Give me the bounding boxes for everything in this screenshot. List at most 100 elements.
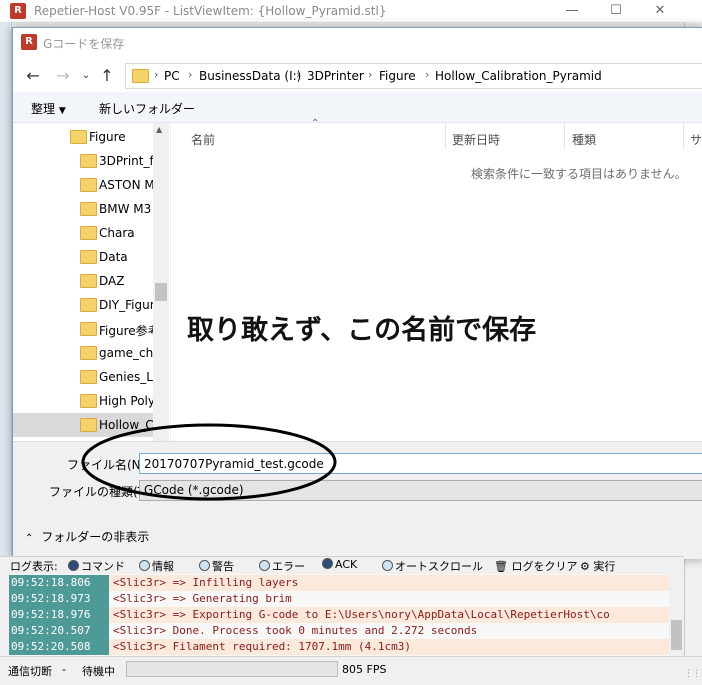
log-filter-commands[interactable]: コマンド [68, 558, 125, 574]
nav-item-folder[interactable]: game_cha [13, 341, 153, 365]
column-divider[interactable] [445, 123, 446, 149]
folder-icon [80, 202, 97, 216]
folder-icon [70, 130, 87, 144]
back-arrow-icon[interactable]: ← [23, 66, 43, 85]
column-header-type[interactable]: 種類 [572, 131, 596, 148]
log-timestamp: 09:52:18.806 [9, 575, 109, 591]
log-toolbar: ログ表示: コマンド 情報 警告 エラー ACK オートスクロール 🗑 ログをク… [0, 556, 684, 575]
dialog-app-icon: R [21, 34, 37, 50]
folder-icon [80, 346, 97, 360]
column-divider[interactable] [564, 123, 565, 149]
nav-item-label: Figure [89, 130, 126, 144]
log-filter-label: オートスクロール [395, 560, 483, 573]
column-header-date[interactable]: 更新日時 [452, 131, 500, 148]
app-titlebar[interactable]: R Repetier-Host V0.95F - ListViewItem: {… [0, 0, 702, 23]
column-header-name[interactable]: 名前 [191, 131, 215, 148]
status-separator: - [62, 663, 66, 676]
nav-item-label: High Poly [99, 394, 153, 408]
breadcrumb-chevron-icon[interactable]: › [188, 68, 192, 81]
folder-icon [80, 250, 97, 264]
hide-folders-toggle[interactable]: ⌃ フォルダーの非表示 [25, 528, 149, 545]
log-message: <Slic3r> => Exporting G-code to E:\Users… [113, 608, 610, 621]
log-row: 09:52:18.973 <Slic3r> => Generating brim [9, 591, 669, 607]
radio-icon [382, 560, 393, 571]
breadcrumb-chevron-icon[interactable]: › [425, 68, 429, 81]
breadcrumb-chevron-icon[interactable]: › [368, 68, 372, 81]
address-bar[interactable]: › PC › BusinessData (I:) › 3DPrinter › F… [125, 63, 702, 89]
execute-button[interactable]: ⚙ 実行 [580, 558, 615, 574]
log-scrollbar-thumb[interactable] [671, 620, 682, 650]
log-message: <Slic3r> => Infilling layers [113, 576, 299, 589]
folder-icon [80, 370, 97, 384]
nav-item-label: Figure参考 [99, 324, 153, 338]
column-header-size[interactable]: サ [690, 131, 702, 148]
nav-item-label: BMW M3 I [99, 202, 153, 216]
nav-item-label: ASTON MA [99, 178, 153, 192]
log-filter-errors[interactable]: エラー [259, 558, 305, 574]
dialog-title: Gコードを保存 [43, 37, 125, 51]
maximize-icon[interactable]: ☐ [596, 2, 636, 20]
app-icon: R [10, 3, 26, 19]
breadcrumb-drive[interactable]: BusinessData (I:) [199, 69, 301, 83]
nav-item-figure[interactable]: Figure [13, 125, 153, 149]
clear-log-label: ログをクリア [511, 560, 578, 573]
nav-item-folder[interactable]: Figure参考 [13, 317, 153, 341]
sort-chevron-up-icon: ⌃ [311, 118, 320, 129]
new-folder-button[interactable]: 新しいフォルダー [99, 100, 195, 117]
minimize-icon[interactable]: — [552, 2, 592, 20]
log-autoscroll[interactable]: オートスクロール [382, 558, 483, 574]
nav-item-folder[interactable]: High Poly [13, 389, 153, 413]
folder-icon [80, 154, 97, 168]
breadcrumb-figure[interactable]: Figure [379, 69, 416, 83]
nav-item-label: Data [99, 250, 128, 264]
breadcrumb-pc[interactable]: PC [164, 69, 180, 83]
nav-item-folder[interactable]: Genies_Lar [13, 365, 153, 389]
log-timestamp: 09:52:18.976 [9, 607, 109, 623]
log-message: <Slic3r> => Generating brim [113, 592, 292, 605]
app-title: Repetier-Host V0.95F - ListViewItem: {Ho… [34, 4, 387, 18]
log-panel[interactable]: 09:52:18.806 <Slic3r> => Infilling layer… [9, 574, 669, 656]
scroll-up-arrow-icon[interactable]: ▲ [156, 125, 162, 134]
nav-item-folder[interactable]: DIY_Figure [13, 293, 153, 317]
folder-icon [132, 69, 149, 83]
log-row: 09:52:18.806 <Slic3r> => Infilling layer… [9, 575, 669, 591]
annotation-ellipse [81, 423, 337, 501]
log-filter-ack[interactable]: ACK [322, 558, 357, 571]
log-filter-info[interactable]: 情報 [139, 558, 174, 574]
clear-log-button[interactable]: 🗑 ログをクリア [494, 558, 577, 574]
organize-button[interactable]: 整理 ▼ [31, 100, 66, 117]
radio-icon [259, 560, 270, 571]
column-divider[interactable] [683, 123, 684, 149]
recent-chevron-down-icon[interactable]: ⌄ [76, 70, 96, 81]
breadcrumb-chevron-icon[interactable]: › [296, 68, 300, 81]
breadcrumb-chevron-icon[interactable]: › [154, 68, 158, 81]
breadcrumb-3dprinter[interactable]: 3DPrinter [307, 69, 364, 83]
log-row: 09:52:20.507 <Slic3r> Done. Process took… [9, 623, 669, 639]
log-filter-warnings[interactable]: 警告 [199, 558, 234, 574]
nav-item-folder[interactable]: 3DPrint_fig [13, 149, 153, 173]
folder-icon [80, 274, 97, 288]
navigation-pane: Figure 3DPrint_fig ASTON MA BMW M3 I Cha… [13, 123, 169, 441]
close-icon[interactable]: ✕ [640, 2, 680, 20]
resize-grip-icon[interactable]: ⋮⋮ [684, 669, 701, 679]
folder-icon [80, 178, 97, 192]
nav-item-folder[interactable]: DAZ [13, 269, 153, 293]
organize-label: 整理 [31, 102, 56, 116]
nav-item-folder[interactable]: Data [13, 245, 153, 269]
nav-item-folder[interactable]: ASTON MA [13, 173, 153, 197]
trash-icon: 🗑 [494, 560, 508, 573]
breadcrumb-current-folder[interactable]: Hollow_Calibration_Pyramid [435, 69, 602, 83]
nav-scrollbar-thumb[interactable] [155, 283, 167, 301]
nav-scrollbar[interactable]: ▲ [153, 123, 169, 441]
nav-item-label: 3DPrint_fig [99, 154, 153, 168]
nav-item-folder[interactable]: BMW M3 I [13, 197, 153, 221]
command-bar: 整理 ▼ 新しいフォルダー [13, 92, 702, 123]
forward-arrow-icon[interactable]: → [53, 66, 73, 85]
log-view-label: ログ表示: [10, 560, 58, 573]
nav-item-folder[interactable]: Chara [13, 221, 153, 245]
log-timestamp: 09:52:20.508 [9, 639, 109, 655]
log-filter-label: コマンド [81, 560, 125, 573]
log-timestamp: 09:52:18.973 [9, 591, 109, 607]
log-row: 09:52:18.976 <Slic3r> => Exporting G-cod… [9, 607, 669, 623]
up-arrow-icon[interactable]: ↑ [97, 66, 117, 85]
